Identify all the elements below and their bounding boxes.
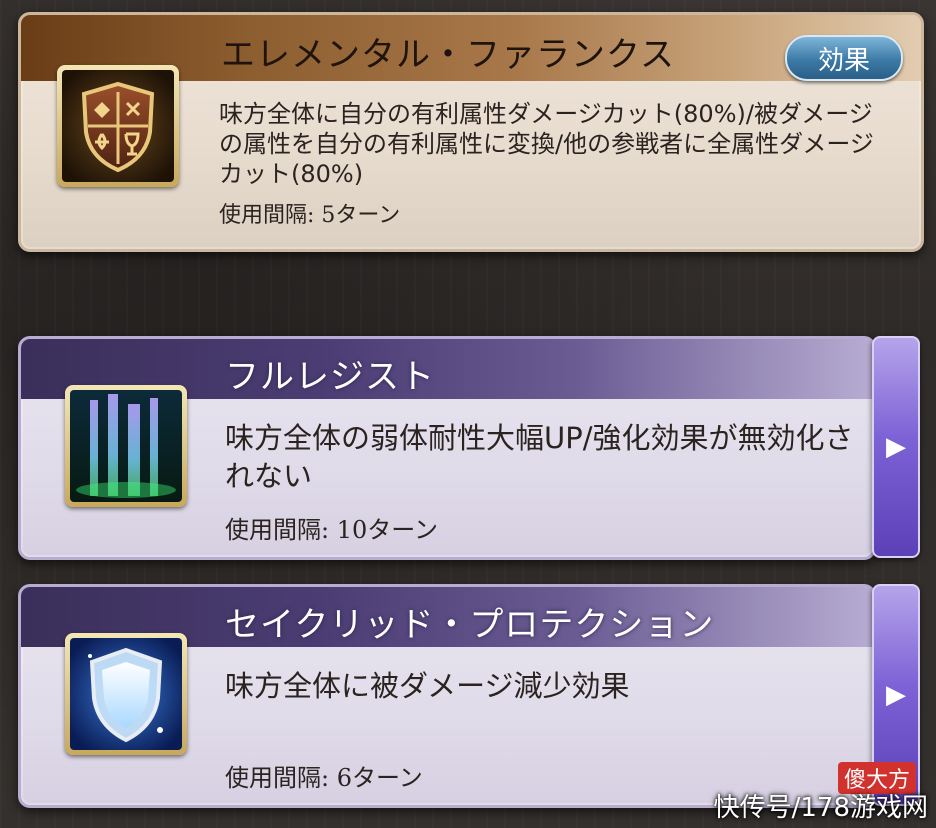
skill-card-sacred-protection[interactable]: セイクリッド・プロテクション 味方全体に被ダメージ減少効果 使用間隔: 6ターン: [18, 584, 876, 808]
holy-shield-icon: [70, 638, 182, 750]
skill-description: 味方全体に被ダメージ減少効果: [225, 669, 630, 703]
skill-interval: 使用間隔: 5ターン: [219, 203, 401, 228]
light-pillar-icon: [70, 390, 182, 502]
skill-name: セイクリッド・プロテクション: [225, 605, 715, 645]
shield-crest-icon: [62, 70, 174, 182]
skill-name: エレメンタル・ファランクス: [221, 35, 675, 75]
watermark: 快传号/178游戏网: [713, 793, 928, 823]
skill-icon-frame: [65, 633, 187, 755]
skill-icon-frame: [57, 65, 179, 187]
skill-interval: 使用間隔: 10ターン: [225, 516, 439, 544]
effect-button[interactable]: 効果: [785, 35, 903, 81]
play-arrow-icon: ▶: [886, 680, 906, 710]
skill-name: フルレジスト: [225, 357, 435, 397]
skill-card-elemental-phalanx[interactable]: エレメンタル・ファランクス 効果 味方全体に自分の有利属性ダメージカット(80%…: [18, 12, 924, 252]
skill-icon-frame: [65, 385, 187, 507]
skill-detail-arrow-button[interactable]: ▶: [872, 336, 920, 558]
play-arrow-icon: ▶: [886, 432, 906, 462]
skill-description: 味方全体の弱体耐性大幅UP/強化効果が無効化されない: [225, 421, 854, 493]
skill-card-full-resist[interactable]: フルレジスト 味方全体の弱体耐性大幅UP/強化効果が無効化されない 使用間隔: …: [18, 336, 876, 560]
skill-interval: 使用間隔: 6ターン: [225, 764, 423, 792]
skill-description: 味方全体に自分の有利属性ダメージカット(80%)/被ダメージの属性を自分の有利属…: [219, 100, 874, 188]
